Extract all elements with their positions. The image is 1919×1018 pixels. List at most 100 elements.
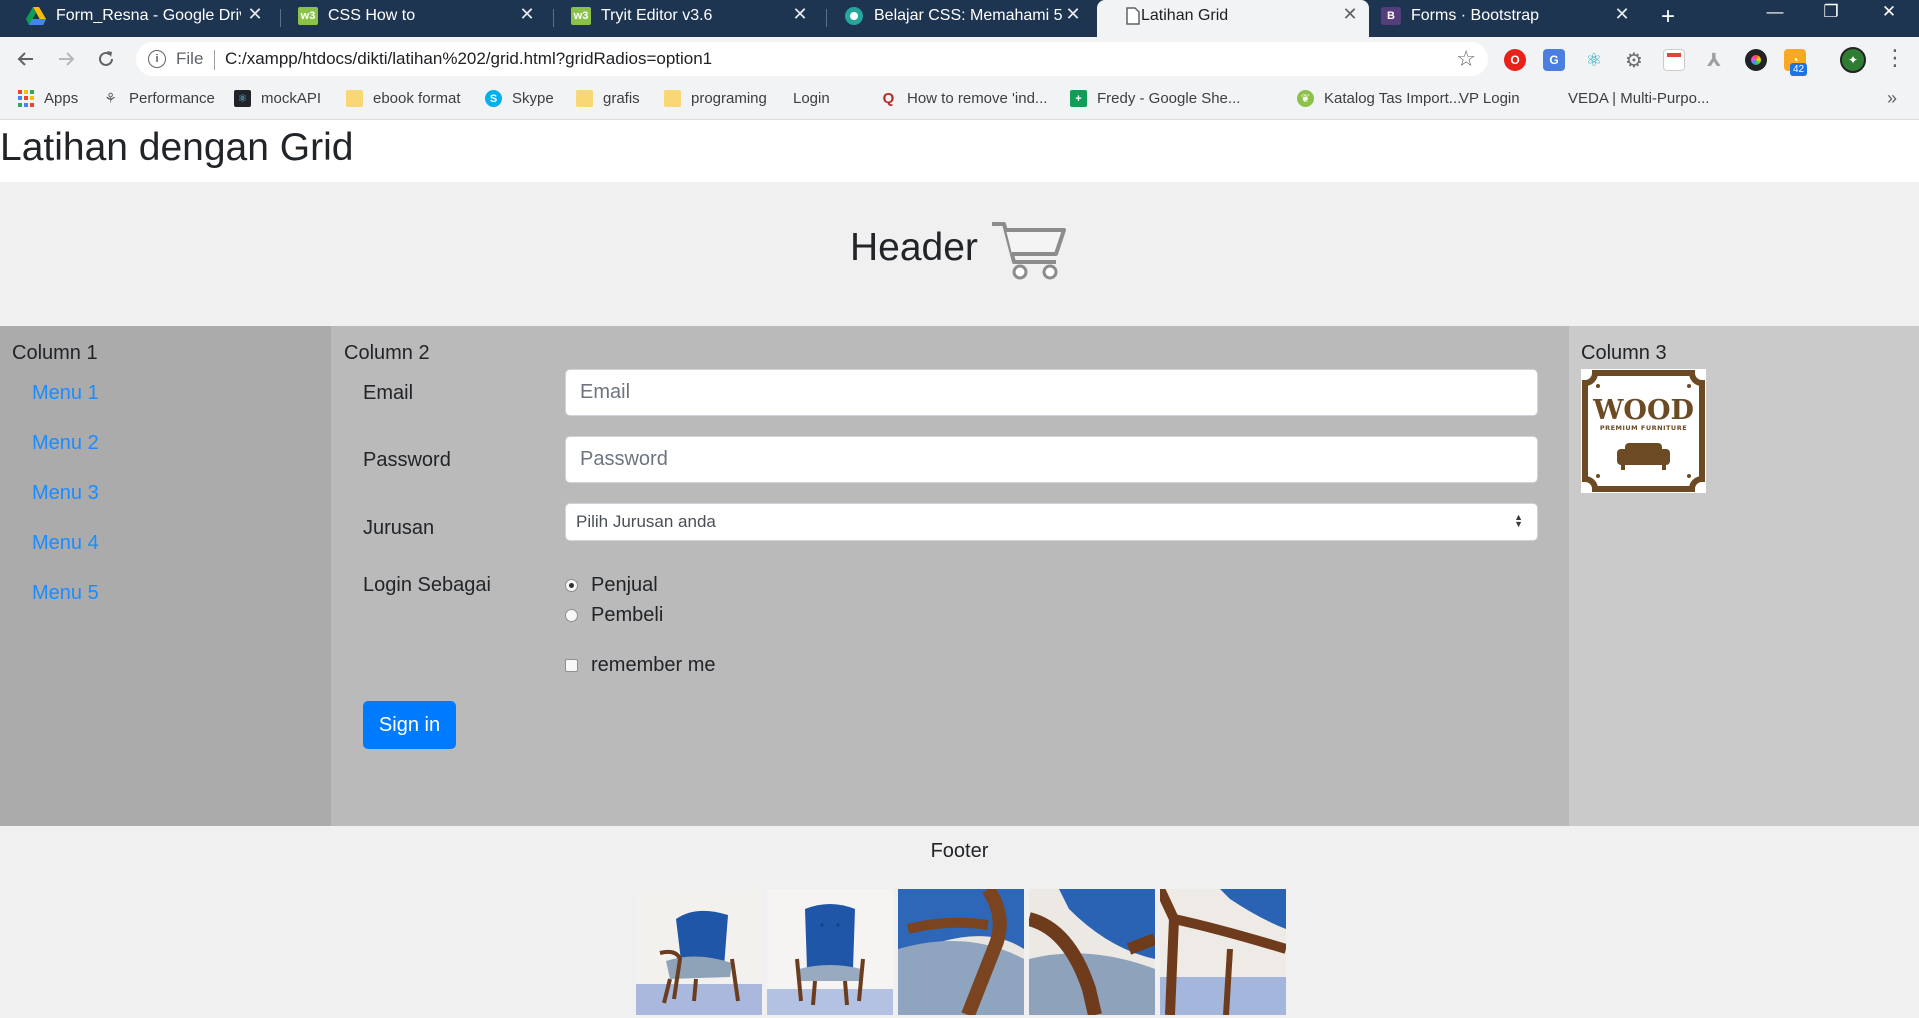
minimize-button[interactable]: — (1752, 2, 1798, 22)
translate-extension-icon[interactable]: G (1543, 49, 1565, 71)
reload-button[interactable] (92, 45, 120, 73)
bookmark-mockapi[interactable]: ⚛ mockAPI (234, 90, 321, 107)
google-drive-icon (26, 7, 46, 25)
radio-penjual-label: Penjual (591, 574, 658, 596)
column-3-title: Column 3 (1581, 342, 1667, 364)
radio-pembeli[interactable]: Pembeli (565, 604, 663, 627)
bookmark-performance[interactable]: ⚘ Performance (102, 90, 215, 107)
bookmark-katalog-tas[interactable]: ❦ Katalog Tas Import... (1297, 90, 1461, 107)
chair-photo-1[interactable] (636, 889, 762, 1015)
bookmark-programing[interactable]: programing (664, 90, 767, 107)
password-input[interactable]: Password (565, 436, 1538, 483)
remember-me-checkbox[interactable]: remember me (565, 654, 715, 677)
bookmark-fredy-sheets[interactable]: + Fredy - Google She... (1070, 90, 1240, 107)
forward-button[interactable] (52, 45, 80, 73)
settings-extension-icon[interactable]: ⚙ (1623, 49, 1645, 72)
header-text: Header (850, 226, 978, 269)
url-text[interactable]: C:/xampp/htdocs/dikti/latihan%202/grid.h… (225, 49, 712, 69)
profile-avatar[interactable]: ✦ (1840, 47, 1866, 73)
radio-button[interactable] (565, 609, 578, 622)
tab-belajar-css[interactable]: Belajar CSS: Memahami 5 Ma ✕ (818, 0, 1092, 32)
restore-button[interactable]: ❐ (1808, 2, 1854, 22)
sign-in-button[interactable]: Sign in (363, 701, 456, 749)
reload-icon (99, 51, 113, 66)
content-grid: Column 1 Menu 1 Menu 2 Menu 3 Menu 4 Men… (0, 326, 1919, 826)
url-separator (214, 50, 215, 70)
page-title: Latihan dengan Grid (0, 126, 354, 169)
bookmark-label: Fredy - Google She... (1097, 90, 1241, 107)
opera-extension-icon[interactable]: O (1504, 49, 1526, 71)
back-button[interactable] (12, 45, 40, 73)
close-tab-icon[interactable]: ✕ (1611, 4, 1633, 25)
chair-photo-2[interactable] (767, 889, 893, 1015)
more-bookmarks-icon[interactable]: » (1887, 88, 1897, 109)
menu-link-2[interactable]: Menu 2 (32, 432, 99, 455)
close-tab-icon[interactable]: ✕ (516, 4, 538, 25)
chair-photo-5[interactable] (1160, 889, 1286, 1015)
menu-link-5[interactable]: Menu 5 (32, 582, 99, 605)
header-section: Header (0, 182, 1919, 326)
calendar-extension-icon[interactable] (1663, 49, 1685, 71)
close-tab-icon[interactable]: ✕ (244, 4, 266, 25)
more-menu-icon[interactable]: ⋮ (1884, 45, 1906, 71)
apps-grid-icon (18, 90, 34, 107)
bookmark-login[interactable]: Login (793, 90, 830, 228)
browser-tab-strip: Form_Resna - Google Drive ✕ w3 CSS How t… (0, 0, 1919, 37)
bookmark-label: VEDA | Multi-Purpo... (1568, 90, 1710, 107)
close-tab-icon[interactable]: ✕ (1339, 4, 1361, 25)
jurusan-select[interactable]: Pilih Jurusan anda ▲ ▼ (565, 503, 1538, 541)
tab-label: Form_Resna - Google Drive (56, 7, 241, 24)
email-placeholder: Email (580, 381, 631, 403)
pdf-extension-icon[interactable]: ⅄ (1703, 49, 1725, 71)
bookmark-how-to-remove[interactable]: Q How to remove 'ind... (880, 90, 1048, 107)
bookmark-apps[interactable]: Apps (18, 90, 78, 107)
address-bar[interactable]: i File C:/xampp/htdocs/dikti/latihan%202… (136, 42, 1488, 76)
arrow-left-icon (17, 52, 33, 66)
close-tab-icon[interactable]: ✕ (789, 4, 811, 25)
new-tab-button[interactable]: + (1655, 3, 1681, 31)
tab-forms-bootstrap[interactable]: B Forms · Bootstrap ✕ (1369, 0, 1641, 32)
bookmark-label: VP Login (1459, 90, 1520, 107)
url-scheme: File (176, 49, 204, 68)
bookmark-label: ebook format (373, 90, 461, 107)
shopping-cart-icon (992, 222, 1066, 280)
bookmark-label: How to remove 'ind... (907, 90, 1048, 107)
close-window-button[interactable]: ✕ (1866, 2, 1912, 22)
menu-link-3[interactable]: Menu 3 (32, 482, 99, 505)
bookmark-ebook-format[interactable]: ebook format (346, 90, 461, 107)
wood-logo: WOOD PREMIUM FURNITURE (1581, 369, 1706, 493)
bookmark-vp-login[interactable]: VP Login (1459, 90, 1520, 228)
email-input[interactable]: Email (565, 369, 1538, 416)
extension-badge: 42 (1790, 63, 1808, 76)
folder-icon (664, 90, 681, 107)
info-icon[interactable]: i (148, 50, 166, 68)
tab-css-how-to[interactable]: w3 CSS How to ✕ (272, 0, 546, 32)
bookmark-skype[interactable]: S Skype (485, 90, 554, 107)
tab-google-drive[interactable]: Form_Resna - Google Drive ✕ (0, 0, 274, 32)
quora-icon: Q (882, 90, 895, 107)
radio-pembeli-label: Pembeli (591, 604, 664, 626)
google-sheets-icon: + (1070, 90, 1087, 107)
chair-photo-4[interactable] (1029, 889, 1155, 1015)
checkbox[interactable] (565, 659, 578, 672)
chair-photo-3[interactable] (898, 889, 1024, 1015)
radio-penjual[interactable]: Penjual (565, 574, 658, 597)
folder-icon (576, 90, 593, 107)
color-picker-extension-icon[interactable] (1745, 49, 1767, 71)
jurusan-selected-value: Pilih Jurusan anda (576, 512, 716, 531)
tab-latihan-grid[interactable]: Latihan Grid ✕ (1097, 0, 1369, 37)
bookmark-veda[interactable]: VEDA | Multi-Purpo... (1568, 90, 1710, 228)
bookmark-star-icon[interactable]: ☆ (1456, 46, 1476, 72)
menu-link-4[interactable]: Menu 4 (32, 532, 99, 555)
bookmark-label: grafis (603, 90, 640, 107)
react-icon: ⚛ (234, 90, 251, 107)
page-content: Latihan dengan Grid Header Column 1 Menu… (0, 121, 1919, 1018)
close-tab-icon[interactable]: ✕ (1062, 4, 1084, 25)
react-devtools-icon[interactable]: ⚛ (1583, 49, 1605, 71)
radio-button-checked[interactable] (565, 579, 578, 592)
bookmark-grafis[interactable]: grafis (576, 90, 640, 107)
menu-link-1[interactable]: Menu 1 (32, 382, 99, 405)
select-caret-icon: ▲ ▼ (1514, 512, 1523, 529)
logo-word: WOOD (1592, 395, 1694, 426)
tab-tryit-editor[interactable]: w3 Tryit Editor v3.6 ✕ (545, 0, 819, 32)
